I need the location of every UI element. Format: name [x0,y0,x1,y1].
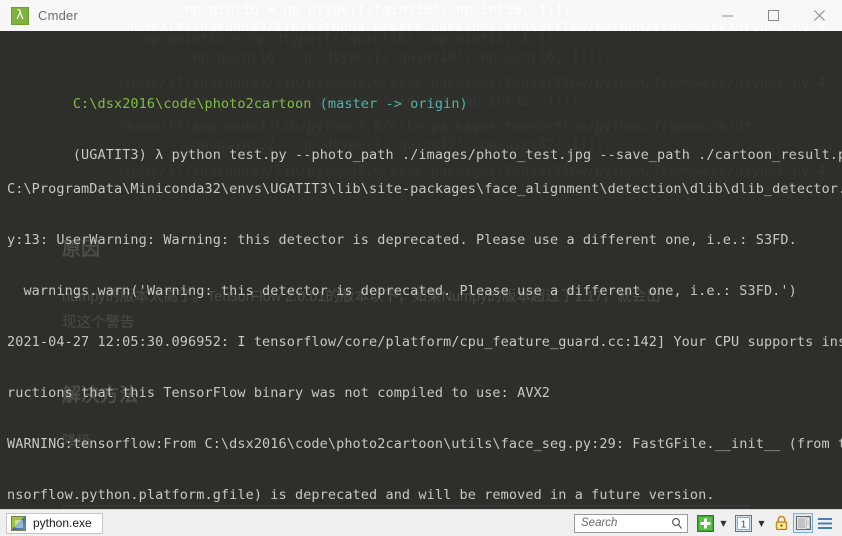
status-bar: python.exe ▼ [0,509,842,536]
minimize-button[interactable] [704,0,750,31]
maximize-button[interactable] [750,0,796,31]
cmder-window: _np_qint16 = np.dtype([("qint16", np.int… [0,0,842,536]
console-line-prompt-path: C:\dsx2016\code\photo2cartoon (master ->… [7,79,842,112]
tab-python-exe[interactable]: python.exe [6,512,103,534]
new-console-chevron-down-icon[interactable]: ▼ [717,513,730,533]
tab-list-chevron-down-icon[interactable]: ▼ [755,513,768,533]
tab-label: python.exe [33,516,92,530]
search-input[interactable] [579,516,673,530]
split-panel-icon[interactable] [793,513,813,533]
git-branch: (master -> origin) [319,96,468,112]
magnifier-icon[interactable] [671,517,683,535]
terminal-pane[interactable]: _np_quint16 = np.dtype([("quint16", np.u… [0,31,842,509]
lambda-icon: λ [11,6,29,25]
svg-text:1: 1 [740,519,746,530]
env-prefix: (UGATIT3) [72,147,147,163]
active-tab-indicator[interactable]: 1 [733,513,753,533]
search-box[interactable] [574,513,688,535]
window-title: Cmder [38,8,79,23]
console-line: WARNING:tensorflow:From C:\dsx2016\code\… [7,436,842,452]
hamburger-menu-icon[interactable] [815,513,835,533]
console-line: ructions that this TensorFlow binary was… [7,385,551,401]
padlock-icon[interactable] [771,513,791,533]
console-line: y:13: UserWarning: Warning: this detecto… [7,232,797,248]
console-line-command: (UGATIT3) λ python test.py --photo_path … [7,130,842,163]
console-line: nsorflow.python.platform.gfile) is depre… [7,487,715,503]
console-line: warnings.warn('Warning: this detector is… [7,283,797,299]
python-exe-icon [11,515,26,531]
console-line: 2021-04-27 12:05:30.096952: I tensorflow… [7,334,842,350]
title-bar[interactable]: λ Cmder [0,0,842,31]
command-text: python test.py --photo_path ./images/pho… [171,147,842,163]
console-line: C:\ProgramData\Miniconda32\envs\UGATIT3\… [7,181,842,197]
console-output: C:\dsx2016\code\photo2cartoon (master ->… [7,45,842,509]
close-button[interactable] [796,0,842,31]
new-console-button[interactable] [695,513,715,533]
prompt-path: C:\dsx2016\code\photo2cartoon [72,96,312,112]
